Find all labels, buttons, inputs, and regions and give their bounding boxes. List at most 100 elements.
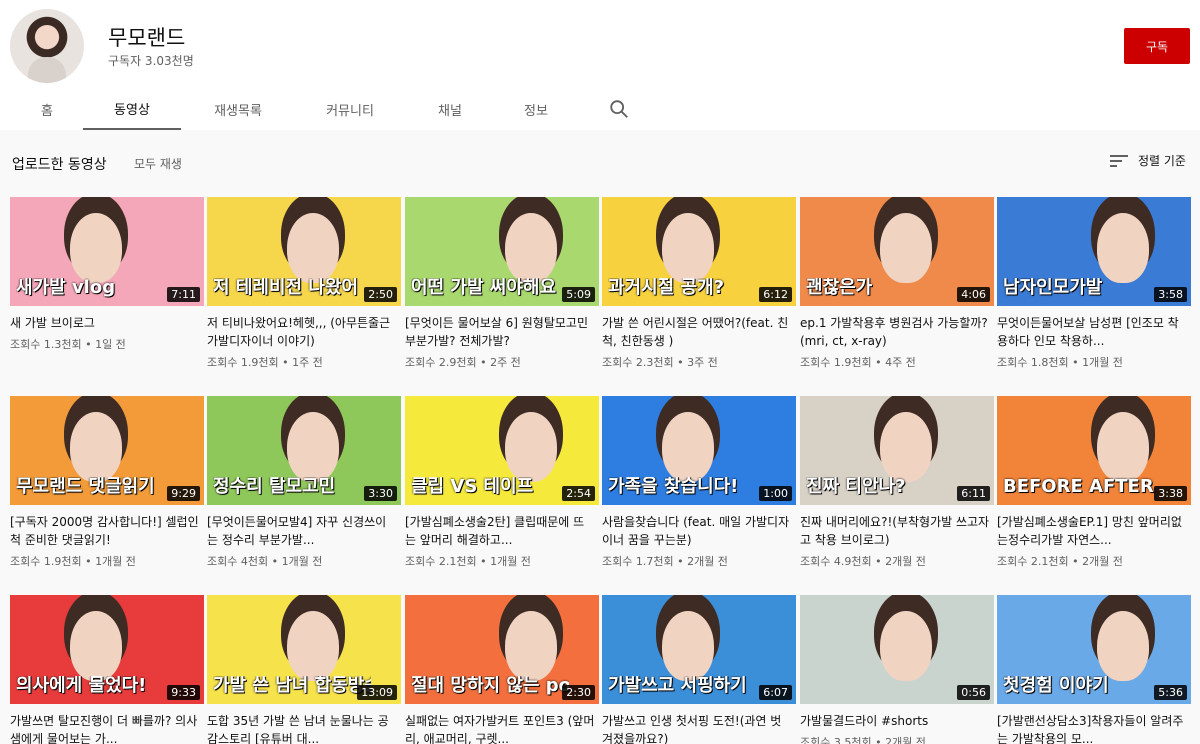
thumbnail-caption: 가족을 찾습니다! bbox=[608, 477, 739, 497]
subscribe-button[interactable]: 구독 bbox=[1124, 28, 1190, 64]
video-title[interactable]: 가발쓰면 탈모진행이 더 빠를까? 의사샘에게 물어보는 가... bbox=[10, 712, 204, 744]
thumbnail-person bbox=[880, 412, 932, 482]
video-meta: 조회수 2.1천회 • 2개월 전 bbox=[997, 555, 1123, 568]
thumbnail-person bbox=[287, 611, 339, 681]
thumbnail-person bbox=[287, 412, 339, 482]
tab-about[interactable]: 정보 bbox=[510, 88, 562, 130]
video-card[interactable]: 가발 쓴 남녀 합동방송 13:09 도합 35년 가발 쓴 남녀 눈물나는 공… bbox=[207, 595, 401, 744]
video-title[interactable]: [가발심폐소생술EP.1] 망친 앞머리없는정수리가발 자연스... bbox=[997, 513, 1191, 549]
video-card[interactable]: 첫경험 이야기 5:36 [가발랜선상담소3]착용자들이 알려주는 가발착용의 … bbox=[997, 595, 1191, 744]
video-thumbnail[interactable]: 의사에게 물었다! 9:33 bbox=[10, 595, 204, 704]
video-card[interactable]: BEFORE AFTER 3:38 [가발심폐소생술EP.1] 망친 앞머리없는… bbox=[997, 396, 1191, 569]
channel-name[interactable]: 무모랜드 bbox=[108, 22, 185, 52]
video-thumbnail[interactable]: 절대 망하지 않는 point 2:30 bbox=[405, 595, 599, 704]
tab-community[interactable]: 커뮤니티 bbox=[308, 88, 392, 130]
video-meta: 조회수 1.8천회 • 1개월 전 bbox=[997, 356, 1123, 369]
video-title[interactable]: [가발랜선상담소3]착용자들이 알려주는 가발착용의 모... bbox=[997, 712, 1191, 744]
play-all-link[interactable]: 모두 재생 bbox=[134, 155, 182, 172]
video-thumbnail[interactable]: BEFORE AFTER 3:38 bbox=[997, 396, 1191, 505]
video-card[interactable]: 가발쓰고 서핑하기 6:07 가발쓰고 인생 첫서핑 도전!(과연 벗겨졌을까요… bbox=[602, 595, 796, 744]
video-thumbnail[interactable]: 진짜 티안나? 6:11 bbox=[800, 396, 994, 505]
video-meta: 조회수 1.9천회 • 1개월 전 bbox=[10, 555, 136, 568]
channel-avatar[interactable] bbox=[10, 9, 84, 83]
thumbnail-person bbox=[505, 412, 557, 482]
video-title[interactable]: 진짜 내머리에요?!(부착형가발 쓰고자고 착용 브이로그) bbox=[800, 513, 994, 549]
video-title[interactable]: [구독자 2000명 감사합니다!] 셀럽인척 준비한 댓글읽기! bbox=[10, 513, 204, 549]
video-thumbnail[interactable]: 남자인모가발 3:58 bbox=[997, 197, 1191, 306]
video-thumbnail[interactable]: 과거시절 공개? 6:12 bbox=[602, 197, 796, 306]
video-duration: 5:09 bbox=[562, 287, 595, 302]
video-card[interactable]: 클립 VS 테이프 2:54 [가발심폐소생술2탄] 클립때문에 뜨는 앞머리 … bbox=[405, 396, 599, 569]
video-thumbnail[interactable]: 첫경험 이야기 5:36 bbox=[997, 595, 1191, 704]
video-card[interactable]: 무모랜드 댓글읽기 9:29 [구독자 2000명 감사합니다!] 셀럽인척 준… bbox=[10, 396, 204, 569]
video-card[interactable]: 0:56 가발물결드라이 #shorts 조회수 3.5천회 • 2개월 전 bbox=[800, 595, 994, 744]
video-title[interactable]: 새 가발 브이로그 bbox=[10, 314, 204, 332]
video-title[interactable]: 가발쓰고 인생 첫서핑 도전!(과연 벗겨졌을까요?) bbox=[602, 712, 796, 744]
video-card[interactable]: 새가발 vlog 7:11 새 가발 브이로그 조회수 1.3천회 • 1일 전 bbox=[10, 197, 204, 352]
thumbnail-person bbox=[1097, 213, 1149, 283]
video-thumbnail[interactable]: 가발 쓴 남녀 합동방송 13:09 bbox=[207, 595, 401, 704]
thumbnail-caption: 과거시절 공개? bbox=[608, 278, 725, 298]
video-card[interactable]: 저 테레비전 나왔어 2:50 저 티비나왔어요!헤헷,,, (아무튼줄근 가발… bbox=[207, 197, 401, 370]
tab-playlists[interactable]: 재생목록 bbox=[196, 88, 280, 130]
tab-channels[interactable]: 채널 bbox=[424, 88, 476, 130]
video-duration: 6:11 bbox=[957, 486, 990, 501]
video-title[interactable]: 가발물결드라이 #shorts bbox=[800, 712, 994, 730]
thumbnail-person bbox=[662, 611, 714, 681]
video-card[interactable]: 어떤 가발 써야해요 5:09 [무엇이든 물어보살 6] 원형탈모고민 부분가… bbox=[405, 197, 599, 370]
video-thumbnail[interactable]: 저 테레비전 나왔어 2:50 bbox=[207, 197, 401, 306]
video-meta: 조회수 2.1천회 • 1개월 전 bbox=[405, 555, 531, 568]
video-duration: 1:00 bbox=[759, 486, 792, 501]
video-card[interactable]: 남자인모가발 3:58 무엇이든물어보살 남성편 [인조모 착용하다 인모 착용… bbox=[997, 197, 1191, 370]
video-title[interactable]: 저 티비나왔어요!헤헷,,, (아무튼줄근 가발디자이너 이야기) bbox=[207, 314, 401, 350]
tab-videos[interactable]: 동영상 bbox=[83, 88, 181, 130]
video-thumbnail[interactable]: 클립 VS 테이프 2:54 bbox=[405, 396, 599, 505]
video-title[interactable]: 사람을찾습니다 (feat. 매일 가발디자이너 꿈을 꾸는분) bbox=[602, 513, 796, 549]
video-thumbnail[interactable]: 가발쓰고 서핑하기 6:07 bbox=[602, 595, 796, 704]
video-thumbnail[interactable]: 괜찮은가 4:06 bbox=[800, 197, 994, 306]
tab-home[interactable]: 홈 bbox=[22, 88, 72, 130]
video-duration: 13:09 bbox=[357, 685, 397, 700]
video-card[interactable]: 절대 망하지 않는 point 2:30 실패없는 여자가발커트 포인트3 (앞… bbox=[405, 595, 599, 744]
video-title[interactable]: [무엇이든물어모발4] 자꾸 신경쓰이는 정수리 부분가발... bbox=[207, 513, 401, 549]
video-title[interactable]: 무엇이든물어보살 남성편 [인조모 착용하다 인모 착용하... bbox=[997, 314, 1191, 350]
uploads-title: 업로드한 동영상 bbox=[12, 157, 107, 173]
thumbnail-caption: 정수리 탈모고민 bbox=[213, 477, 336, 497]
video-meta: 조회수 1.9천회 • 4주 전 bbox=[800, 356, 916, 369]
video-duration: 5:36 bbox=[1154, 685, 1187, 700]
video-duration: 4:06 bbox=[957, 287, 990, 302]
video-card[interactable]: 괜찮은가 4:06 ep.1 가발착용후 병원검사 가능할까?(mri, ct,… bbox=[800, 197, 994, 370]
video-meta: 조회수 3.5천회 • 2개월 전 bbox=[800, 736, 926, 744]
video-card[interactable]: 과거시절 공개? 6:12 가발 쓴 어린시절은 어땠어?(feat. 친척, … bbox=[602, 197, 796, 370]
sort-button[interactable]: 정렬 기준 bbox=[1110, 152, 1186, 169]
thumbnail-caption: 괜찮은가 bbox=[806, 278, 873, 298]
video-duration: 2:54 bbox=[562, 486, 595, 501]
video-thumbnail[interactable]: 0:56 bbox=[800, 595, 994, 704]
video-duration: 6:07 bbox=[759, 685, 792, 700]
search-icon[interactable] bbox=[608, 98, 630, 120]
video-meta: 조회수 2.3천회 • 3주 전 bbox=[602, 356, 718, 369]
video-card[interactable]: 의사에게 물었다! 9:33 가발쓰면 탈모진행이 더 빠를까? 의사샘에게 물… bbox=[10, 595, 204, 744]
video-thumbnail[interactable]: 정수리 탈모고민 3:30 bbox=[207, 396, 401, 505]
video-thumbnail[interactable]: 어떤 가발 써야해요 5:09 bbox=[405, 197, 599, 306]
thumbnail-caption: 절대 망하지 않는 point bbox=[411, 676, 569, 696]
video-title[interactable]: ep.1 가발착용후 병원검사 가능할까?(mri, ct, x-ray) bbox=[800, 314, 994, 350]
video-title[interactable]: [가발심폐소생술2탄] 클립때문에 뜨는 앞머리 해결하고... bbox=[405, 513, 599, 549]
video-duration: 9:33 bbox=[167, 685, 200, 700]
video-thumbnail[interactable]: 가족을 찾습니다! 1:00 bbox=[602, 396, 796, 505]
video-card[interactable]: 정수리 탈모고민 3:30 [무엇이든물어모발4] 자꾸 신경쓰이는 정수리 부… bbox=[207, 396, 401, 569]
video-card[interactable]: 진짜 티안나? 6:11 진짜 내머리에요?!(부착형가발 쓰고자고 착용 브이… bbox=[800, 396, 994, 569]
video-meta: 조회수 2.9천회 • 2주 전 bbox=[405, 356, 521, 369]
video-thumbnail[interactable]: 새가발 vlog 7:11 bbox=[10, 197, 204, 306]
video-card[interactable]: 가족을 찾습니다! 1:00 사람을찾습니다 (feat. 매일 가발디자이너 … bbox=[602, 396, 796, 569]
video-title[interactable]: 도합 35년 가발 쓴 남녀 눈물나는 공감스토리 [유튜버 대... bbox=[207, 712, 401, 744]
video-title[interactable]: 가발 쓴 어린시절은 어땠어?(feat. 친척, 친한동생 ) bbox=[602, 314, 796, 350]
thumbnail-caption: BEFORE AFTER bbox=[1003, 477, 1154, 497]
thumbnail-person bbox=[70, 412, 122, 482]
video-title[interactable]: 실패없는 여자가발커트 포인트3 (앞머리, 애교머리, 구렛... bbox=[405, 712, 599, 744]
video-thumbnail[interactable]: 무모랜드 댓글읽기 9:29 bbox=[10, 396, 204, 505]
video-title[interactable]: [무엇이든 물어보살 6] 원형탈모고민 부분가발? 전체가발? bbox=[405, 314, 599, 350]
thumbnail-caption: 가발 쓴 남녀 합동방송 bbox=[213, 676, 371, 696]
thumbnail-caption: 의사에게 물었다! bbox=[16, 676, 147, 696]
thumbnail-caption: 어떤 가발 써야해요 bbox=[411, 278, 557, 298]
